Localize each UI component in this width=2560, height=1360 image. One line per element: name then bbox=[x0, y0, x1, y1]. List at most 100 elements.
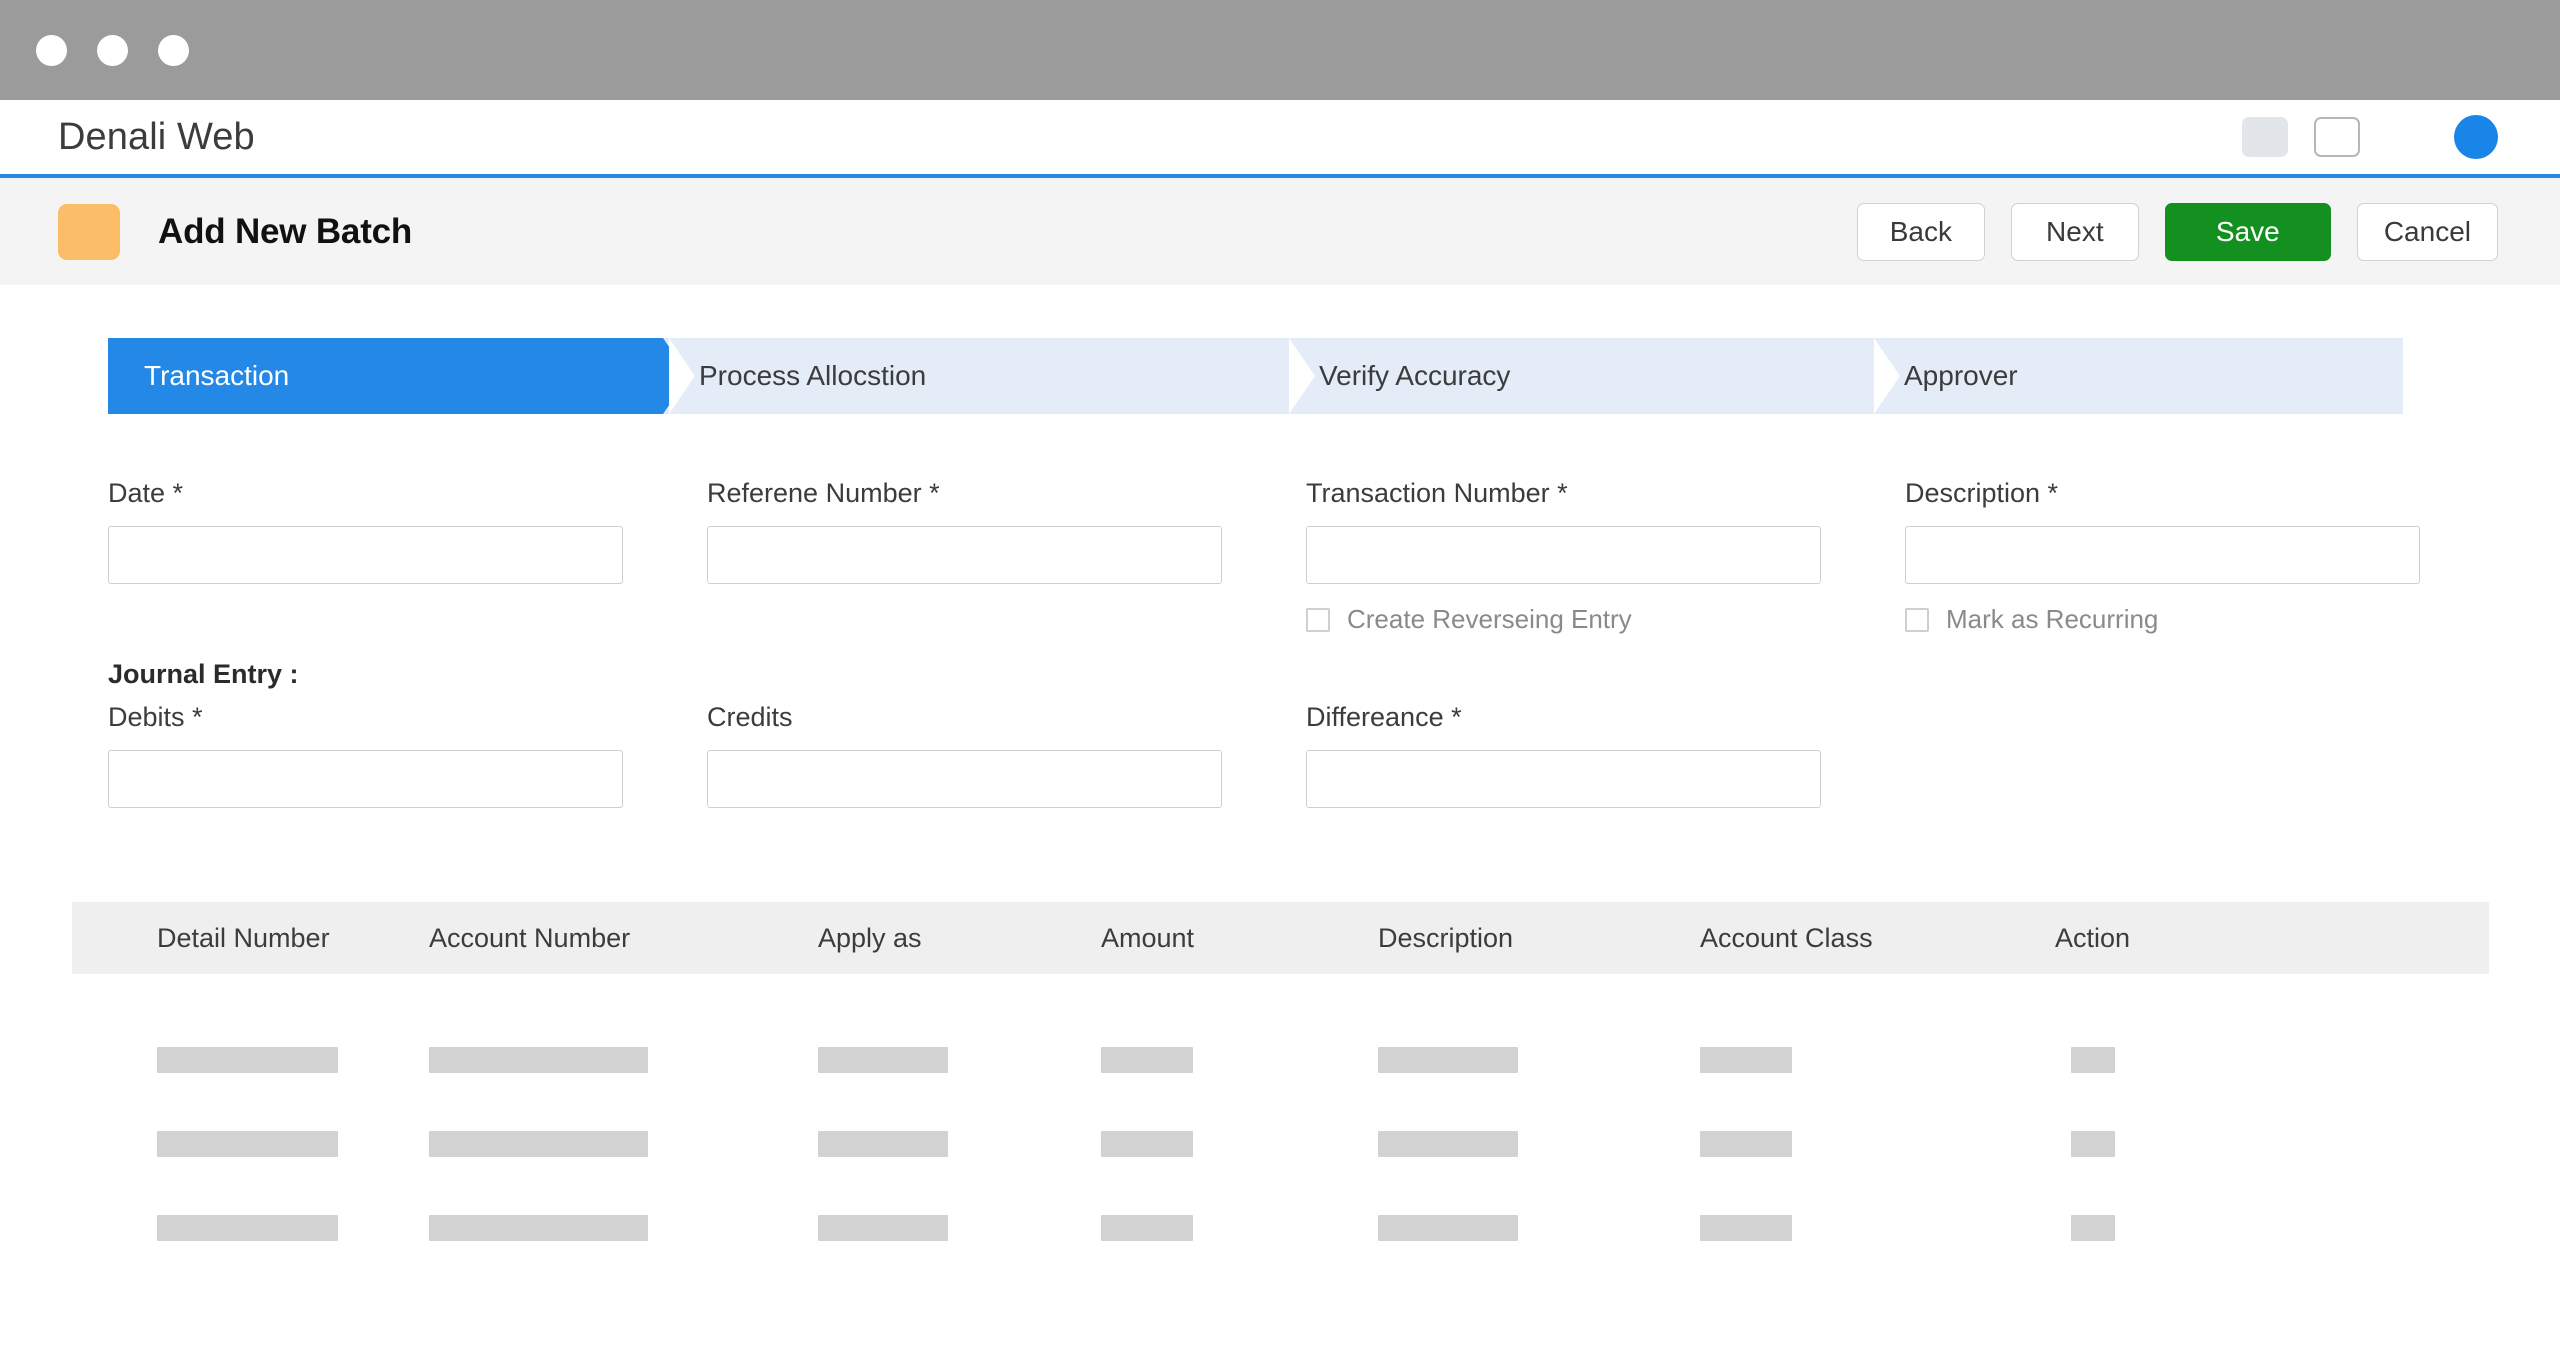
cell-apply-as bbox=[818, 1215, 1101, 1241]
cell-action bbox=[2055, 1131, 2355, 1157]
cell-amount bbox=[1101, 1047, 1378, 1073]
skeleton-bar bbox=[157, 1215, 338, 1241]
header-right-controls bbox=[2242, 115, 2498, 159]
cell-account-number bbox=[429, 1131, 818, 1157]
column-header-account-class[interactable]: Account Class bbox=[1700, 923, 2055, 954]
field-description: Description * Mark as Recurring bbox=[1905, 478, 2504, 635]
date-input[interactable] bbox=[108, 526, 623, 584]
form-row-2: Debits * Credits Differeance * bbox=[108, 702, 2560, 808]
date-label: Date * bbox=[108, 478, 184, 508]
batch-icon bbox=[58, 203, 120, 260]
cell-action bbox=[2055, 1215, 2355, 1241]
app-title: Denali Web bbox=[58, 115, 255, 158]
difference-input[interactable] bbox=[1306, 750, 1821, 808]
transaction-number-input[interactable] bbox=[1306, 526, 1821, 584]
field-credits: Credits bbox=[707, 702, 1306, 808]
detail-table: Detail Number Account Number Apply as Am… bbox=[72, 902, 2489, 1270]
back-button[interactable]: Back bbox=[1856, 202, 1985, 261]
form-row-1: Date * Referene Number * Transaction Num… bbox=[108, 478, 2560, 635]
cell-account-class bbox=[1700, 1215, 2055, 1241]
content-area: Transaction Process Allocstion Verify Ac… bbox=[0, 285, 2560, 1270]
table-header-row: Detail Number Account Number Apply as Am… bbox=[72, 902, 2489, 974]
column-header-description[interactable]: Description bbox=[1378, 923, 1700, 954]
skeleton-bar bbox=[1700, 1131, 1792, 1157]
description-input[interactable] bbox=[1905, 526, 2420, 584]
step-verify-accuracy[interactable]: Verify Accuracy bbox=[1283, 338, 1900, 414]
save-button[interactable]: Save bbox=[2164, 202, 2331, 261]
column-header-action[interactable]: Action bbox=[2055, 923, 2355, 954]
reference-number-input[interactable] bbox=[707, 526, 1222, 584]
cell-apply-as bbox=[818, 1131, 1101, 1157]
column-header-detail-number[interactable]: Detail Number bbox=[72, 923, 429, 954]
close-dot[interactable] bbox=[36, 34, 67, 66]
cell-detail-number bbox=[72, 1215, 429, 1241]
debits-label: Debits * bbox=[108, 702, 203, 732]
skeleton-bar bbox=[2071, 1047, 2115, 1073]
table-row[interactable] bbox=[72, 1018, 2489, 1102]
header-square-outline-icon[interactable] bbox=[2314, 117, 2360, 157]
cell-description bbox=[1378, 1047, 1700, 1073]
cell-account-class bbox=[1700, 1047, 2055, 1073]
create-reversing-entry-label: Create Reverseing Entry bbox=[1347, 604, 1632, 634]
skeleton-bar bbox=[818, 1215, 948, 1241]
page-actions: Back Next Save Cancel bbox=[1856, 202, 2498, 261]
cell-account-number bbox=[429, 1215, 818, 1241]
table-row[interactable] bbox=[72, 1186, 2489, 1270]
journal-entry-title: Journal Entry : bbox=[108, 659, 299, 689]
cell-action bbox=[2055, 1047, 2355, 1073]
description-label: Description * bbox=[1905, 478, 2059, 508]
skeleton-bar bbox=[2071, 1131, 2115, 1157]
cell-description bbox=[1378, 1215, 1700, 1241]
create-reversing-entry-checkbox[interactable] bbox=[1306, 607, 1330, 632]
transaction-number-label: Transaction Number * bbox=[1306, 478, 1568, 508]
cell-amount bbox=[1101, 1215, 1378, 1241]
credits-input[interactable] bbox=[707, 750, 1222, 808]
table-row[interactable] bbox=[72, 1102, 2489, 1186]
cell-apply-as bbox=[818, 1047, 1101, 1073]
skeleton-bar bbox=[2071, 1215, 2115, 1241]
skeleton-bar bbox=[429, 1131, 648, 1157]
skeleton-bar bbox=[157, 1131, 338, 1157]
field-date: Date * bbox=[108, 478, 707, 635]
mark-as-recurring-label: Mark as Recurring bbox=[1946, 604, 2159, 634]
next-button[interactable]: Next bbox=[2010, 202, 2139, 261]
skeleton-bar bbox=[818, 1047, 948, 1073]
field-reference-number: Referene Number * bbox=[707, 478, 1306, 635]
column-header-amount[interactable]: Amount bbox=[1101, 923, 1378, 954]
field-debits: Debits * bbox=[108, 702, 707, 808]
wizard-stepper: Transaction Process Allocstion Verify Ac… bbox=[108, 338, 2403, 414]
step-approver[interactable]: Approver bbox=[1868, 338, 2403, 414]
column-header-apply-as[interactable]: Apply as bbox=[818, 923, 1101, 954]
table-body bbox=[72, 974, 2489, 1270]
credits-label: Credits bbox=[707, 702, 793, 732]
skeleton-bar bbox=[1101, 1131, 1193, 1157]
skeleton-bar bbox=[1378, 1131, 1518, 1157]
field-spacer bbox=[1905, 702, 2504, 808]
step-label: Process Allocstion bbox=[699, 360, 927, 391]
debits-input[interactable] bbox=[108, 750, 623, 808]
column-header-account-number[interactable]: Account Number bbox=[429, 923, 818, 954]
cancel-button[interactable]: Cancel bbox=[2356, 202, 2498, 261]
header-square-filled-icon[interactable] bbox=[2242, 117, 2288, 157]
avatar[interactable] bbox=[2454, 115, 2498, 159]
mark-as-recurring-checkbox[interactable] bbox=[1905, 607, 1929, 632]
step-transaction[interactable]: Transaction bbox=[108, 338, 695, 414]
cell-detail-number bbox=[72, 1047, 429, 1073]
field-difference: Differeance * bbox=[1306, 702, 1905, 808]
maximize-dot[interactable] bbox=[158, 34, 189, 66]
cell-account-class bbox=[1700, 1131, 2055, 1157]
step-process-allocation[interactable]: Process Allocstion bbox=[663, 338, 1315, 414]
cell-account-number bbox=[429, 1047, 818, 1073]
minimize-dot[interactable] bbox=[97, 34, 128, 66]
window-chrome bbox=[0, 0, 2560, 100]
skeleton-bar bbox=[1101, 1215, 1193, 1241]
skeleton-bar bbox=[157, 1047, 338, 1073]
difference-label: Differeance * bbox=[1306, 702, 1462, 732]
skeleton-bar bbox=[429, 1047, 648, 1073]
cell-amount bbox=[1101, 1131, 1378, 1157]
step-label: Verify Accuracy bbox=[1319, 360, 1511, 391]
skeleton-bar bbox=[1378, 1215, 1518, 1241]
skeleton-bar bbox=[1378, 1047, 1518, 1073]
cell-description bbox=[1378, 1131, 1700, 1157]
skeleton-bar bbox=[818, 1131, 948, 1157]
